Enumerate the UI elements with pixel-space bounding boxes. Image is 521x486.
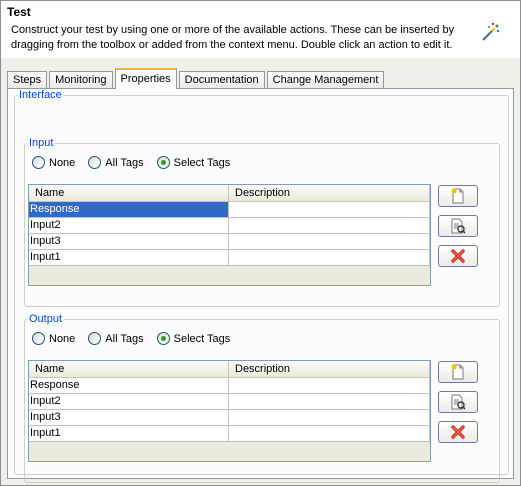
table-header: Name Description (29, 185, 430, 202)
cell-name[interactable]: Input1 (29, 426, 229, 441)
output-edit-tag-button[interactable] (438, 391, 478, 413)
input-delete-tag-button[interactable] (438, 245, 478, 267)
delete-icon (451, 249, 465, 263)
cell-name[interactable]: Input2 (29, 394, 229, 409)
cell-description[interactable] (229, 426, 430, 441)
table-row[interactable]: Input1 (29, 250, 430, 266)
output-add-tag-button[interactable] (438, 361, 478, 383)
output-delete-tag-button[interactable] (438, 421, 478, 443)
magic-wand-icon (482, 22, 500, 41)
edit-tag-icon (451, 394, 466, 410)
tab-steps[interactable]: Steps (7, 71, 48, 89)
radio-button[interactable] (156, 332, 170, 345)
cell-description[interactable] (229, 250, 430, 265)
table-row[interactable]: Input3 (29, 234, 430, 250)
radio-label: None (49, 332, 76, 345)
column-header-description[interactable]: Description (229, 185, 430, 201)
radio-label: All Tags (105, 332, 144, 345)
column-header-name[interactable]: Name (29, 361, 229, 377)
interface-legend: Interface (19, 89, 62, 101)
cell-name[interactable]: Response (29, 202, 229, 217)
cell-description[interactable] (229, 218, 430, 233)
test-editor-window: Test Construct your test by using one or… (0, 0, 521, 486)
tab-area: Steps Monitoring Properties Documentatio… (1, 58, 520, 485)
cell-description[interactable] (229, 234, 430, 249)
header: Test Construct your test by using one or… (1, 1, 520, 58)
table-row[interactable]: Input2 (29, 218, 430, 234)
output-radio-select-tags[interactable]: Select Tags (156, 332, 231, 345)
cell-name[interactable]: Input3 (29, 234, 229, 249)
cell-name[interactable]: Response (29, 378, 229, 393)
cell-description[interactable] (229, 378, 430, 393)
cell-name[interactable]: Input2 (29, 218, 229, 233)
table-row[interactable]: Response (29, 202, 430, 218)
cell-description[interactable] (229, 394, 430, 409)
new-tag-icon (451, 364, 464, 380)
input-radio-all-tags[interactable]: All Tags (88, 156, 144, 169)
cell-description[interactable] (229, 202, 430, 217)
input-tags-table: Name Description Response Input2 Input3 … (28, 184, 431, 286)
new-tag-icon (451, 188, 464, 204)
input-radio-select-tags[interactable]: Select Tags (156, 156, 231, 169)
column-header-name[interactable]: Name (29, 185, 229, 201)
table-row[interactable]: Input3 (29, 410, 430, 426)
input-radio-group: None All Tags Select Tags (32, 156, 243, 169)
cell-name[interactable]: Input1 (29, 250, 229, 265)
properties-panel: Interface Input None All Tags Select Tag… (7, 88, 514, 483)
input-radio-none[interactable]: None (32, 156, 75, 169)
page-title: Test (7, 5, 31, 19)
table-row[interactable]: Input2 (29, 394, 430, 410)
table-header: Name Description (29, 361, 430, 378)
output-radio-group: None All Tags Select Tags (32, 332, 243, 345)
interface-group: Interface Input None All Tags Select Tag… (14, 89, 509, 483)
output-tags-table: Name Description Response Input2 Input3 … (28, 360, 431, 462)
radio-button[interactable] (88, 332, 102, 345)
tab-properties[interactable]: Properties (114, 68, 177, 89)
output-radio-none[interactable]: None (32, 332, 75, 345)
column-header-description[interactable]: Description (229, 361, 430, 377)
cell-name[interactable]: Input3 (29, 410, 229, 425)
radio-button[interactable] (88, 156, 102, 169)
delete-icon (451, 425, 465, 439)
output-group: Output None All Tags Select Tags Name De… (24, 313, 500, 483)
tab-change-management[interactable]: Change Management (266, 71, 385, 89)
table-row[interactable]: Response (29, 378, 430, 394)
input-add-tag-button[interactable] (438, 185, 478, 207)
radio-button[interactable] (32, 156, 45, 169)
page-description: Construct your test by using one or more… (11, 24, 455, 51)
tab-monitoring[interactable]: Monitoring (49, 71, 113, 89)
table-row[interactable]: Input1 (29, 426, 430, 442)
output-legend: Output (29, 313, 63, 325)
input-edit-tag-button[interactable] (438, 215, 478, 237)
edit-tag-icon (451, 218, 466, 234)
radio-button[interactable] (156, 156, 170, 169)
radio-label: All Tags (105, 156, 144, 169)
radio-label: Select Tags (173, 156, 231, 169)
radio-label: None (49, 156, 76, 169)
cell-description[interactable] (229, 410, 430, 425)
input-legend: Input (29, 137, 54, 149)
radio-button[interactable] (32, 332, 45, 345)
output-radio-all-tags[interactable]: All Tags (88, 332, 144, 345)
input-group: Input None All Tags Select Tags Name Des… (24, 137, 500, 307)
tab-strip: Steps Monitoring Properties Documentatio… (7, 68, 386, 89)
tab-documentation[interactable]: Documentation (178, 71, 265, 89)
radio-label: Select Tags (173, 332, 231, 345)
